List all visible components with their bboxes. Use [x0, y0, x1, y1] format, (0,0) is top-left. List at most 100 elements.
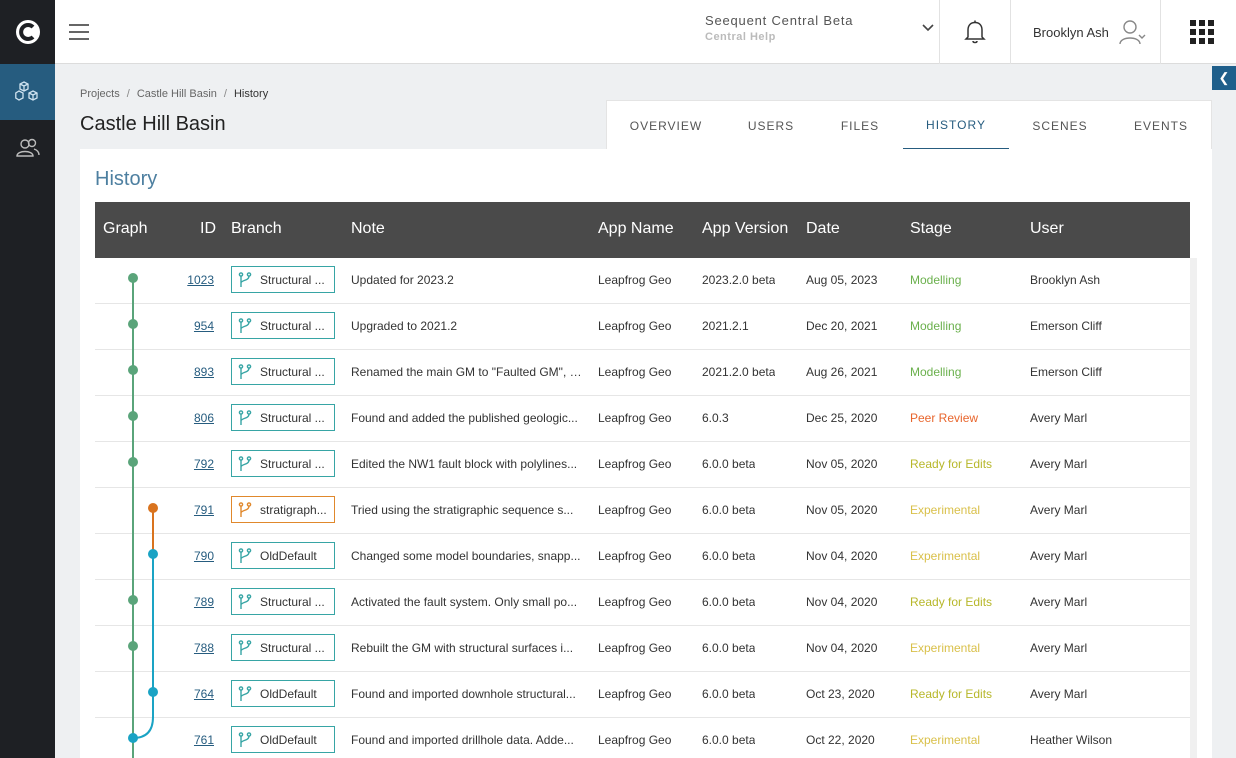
- user-cell: Avery Marl: [1030, 595, 1088, 609]
- commit-id-link[interactable]: 1023: [170, 273, 214, 287]
- user-name: Brooklyn Ash: [1033, 24, 1109, 40]
- users-nav-icon[interactable]: [0, 120, 55, 176]
- branch-badge[interactable]: Structural ...: [231, 266, 335, 293]
- branch-badge[interactable]: OldDefault: [231, 726, 335, 753]
- app-version-cell: 6.0.0 beta: [702, 457, 756, 471]
- commit-id-link[interactable]: 792: [170, 457, 214, 471]
- col-note[interactable]: Note: [351, 220, 385, 238]
- tab-users[interactable]: USERS: [725, 101, 817, 150]
- organization-selector[interactable]: Seequent Central Beta Central Help: [705, 13, 935, 51]
- breadcrumb-project[interactable]: Castle Hill Basin: [137, 88, 217, 100]
- tab-files[interactable]: FILES: [817, 101, 903, 150]
- commit-id-link[interactable]: 790: [170, 549, 214, 563]
- table-row[interactable]: 893 Structural ... Renamed the main GM to …: [95, 350, 1190, 396]
- branch-icon: [238, 455, 252, 471]
- user-icon: [1119, 20, 1146, 45]
- graph-node: [128, 641, 138, 651]
- commit-id-link[interactable]: 764: [170, 687, 214, 701]
- breadcrumb-current: History: [233, 88, 269, 100]
- tab-overview[interactable]: OVERVIEW: [607, 101, 725, 150]
- table-row[interactable]: 761 OldDefault Found and imported drillhol…: [95, 718, 1190, 758]
- app-name-cell: Leapfrog Geo: [598, 457, 672, 471]
- branch-icon: [238, 639, 252, 655]
- tab-scenes[interactable]: SCENES: [1009, 101, 1111, 150]
- date-cell: Nov 04, 2020: [806, 641, 878, 655]
- col-app-version[interactable]: App Version: [702, 220, 788, 238]
- branch-name: stratigraph...: [260, 502, 327, 517]
- app-name-cell: Leapfrog Geo: [598, 641, 672, 655]
- app-name-cell: Leapfrog Geo: [598, 319, 672, 333]
- col-graph[interactable]: Graph: [103, 220, 147, 238]
- divider: [1160, 0, 1161, 64]
- graph-node: [148, 687, 158, 697]
- bell-icon[interactable]: [963, 19, 987, 50]
- branch-badge[interactable]: stratigraph...: [231, 496, 335, 523]
- col-branch[interactable]: Branch: [231, 220, 282, 238]
- col-id[interactable]: ID: [200, 220, 216, 238]
- table-row[interactable]: 954 Structural ... Upgraded to 2021.2 Leapf…: [95, 304, 1190, 350]
- collapse-panel-chevron-left-icon[interactable]: ❮: [1212, 66, 1236, 90]
- commit-id-link[interactable]: 893: [170, 365, 214, 379]
- branch-icon: [238, 501, 252, 517]
- date-cell: Aug 05, 2023: [806, 273, 878, 287]
- table-row[interactable]: 788 Structural ... Rebuilt the GM with str…: [95, 626, 1190, 672]
- table-row[interactable]: 789 Structural ... Activated the fault sys…: [95, 580, 1190, 626]
- tab-history[interactable]: HISTORY: [903, 101, 1009, 150]
- table-row[interactable]: 792 Structural ... Edited the NW1 fault bl…: [95, 442, 1190, 488]
- user-cell: Heather Wilson: [1030, 733, 1113, 747]
- branch-icon: [238, 685, 252, 701]
- commit-graph: [128, 273, 158, 758]
- table-row[interactable]: 806 Structural ... Found and added the pub…: [95, 396, 1190, 442]
- hamburger-menu-icon[interactable]: [67, 20, 91, 44]
- seequent-logo[interactable]: [0, 0, 55, 64]
- branch-name: OldDefault: [260, 686, 317, 701]
- col-app-name[interactable]: App Name: [598, 220, 674, 238]
- branch-badge[interactable]: Structural ...: [231, 634, 335, 661]
- branch-badge[interactable]: Structural ...: [231, 404, 335, 431]
- branch-icon: [238, 593, 252, 609]
- history-table: Graph ID Branch Note App Name App Versio…: [95, 202, 1190, 758]
- app-name-cell: Leapfrog Geo: [598, 687, 672, 701]
- tab-bar: OVERVIEW USERS FILES HISTORY SCENES EVEN…: [606, 100, 1212, 150]
- table-row[interactable]: 1023 Structural ... Updated for 2023.2 Leap…: [95, 258, 1190, 304]
- commit-id-link[interactable]: 789: [170, 595, 214, 609]
- org-name: Seequent Central Beta: [705, 13, 854, 28]
- breadcrumb-projects[interactable]: Projects: [80, 88, 120, 100]
- app-launcher-grid-icon[interactable]: [1190, 20, 1214, 44]
- stage-cell: Modelling: [910, 273, 962, 287]
- table-row[interactable]: 764 OldDefault Found and imported downhole…: [95, 672, 1190, 718]
- app-name-cell: Leapfrog Geo: [598, 503, 672, 517]
- stage-cell: Ready for Edits: [910, 457, 993, 471]
- col-date[interactable]: Date: [806, 220, 840, 238]
- table-row[interactable]: 790 OldDefault Changed some model boundari…: [95, 534, 1190, 580]
- commit-id-link[interactable]: 788: [170, 641, 214, 655]
- note-cell: Found and imported downhole structural..…: [351, 687, 576, 701]
- date-cell: Oct 22, 2020: [806, 733, 875, 747]
- commit-id-link[interactable]: 954: [170, 319, 214, 333]
- branch-badge[interactable]: Structural ...: [231, 450, 335, 477]
- branch-badge[interactable]: Structural ...: [231, 588, 335, 615]
- projects-nav-icon[interactable]: [0, 64, 55, 120]
- table-row[interactable]: 791 stratigraph... Tried using the stratig…: [95, 488, 1190, 534]
- scrollbar[interactable]: [1190, 258, 1197, 758]
- branch-badge[interactable]: Structural ...: [231, 312, 335, 339]
- commit-id-link[interactable]: 761: [170, 733, 214, 747]
- branch-name: OldDefault: [260, 548, 317, 563]
- graph-node: [128, 411, 138, 421]
- branch-badge[interactable]: OldDefault: [231, 542, 335, 569]
- col-user[interactable]: User: [1030, 220, 1064, 238]
- user-menu[interactable]: Brooklyn Ash: [1033, 15, 1147, 49]
- commit-id-link[interactable]: 791: [170, 503, 214, 517]
- app-version-cell: 2021.2.1: [702, 319, 749, 333]
- branch-badge[interactable]: Structural ...: [231, 358, 335, 385]
- breadcrumb: Projects / Castle Hill Basin / History: [80, 88, 269, 100]
- commit-id-link[interactable]: 806: [170, 411, 214, 425]
- app-name-cell: Leapfrog Geo: [598, 273, 672, 287]
- note-cell: Upgraded to 2021.2: [351, 319, 458, 333]
- tab-events[interactable]: EVENTS: [1111, 101, 1211, 150]
- date-cell: Aug 26, 2021: [806, 365, 878, 379]
- branch-badge[interactable]: OldDefault: [231, 680, 335, 707]
- col-stage[interactable]: Stage: [910, 220, 952, 238]
- branch-name: Structural ...: [260, 640, 325, 655]
- note-cell: Edited the NW1 fault block with polyline…: [351, 457, 578, 471]
